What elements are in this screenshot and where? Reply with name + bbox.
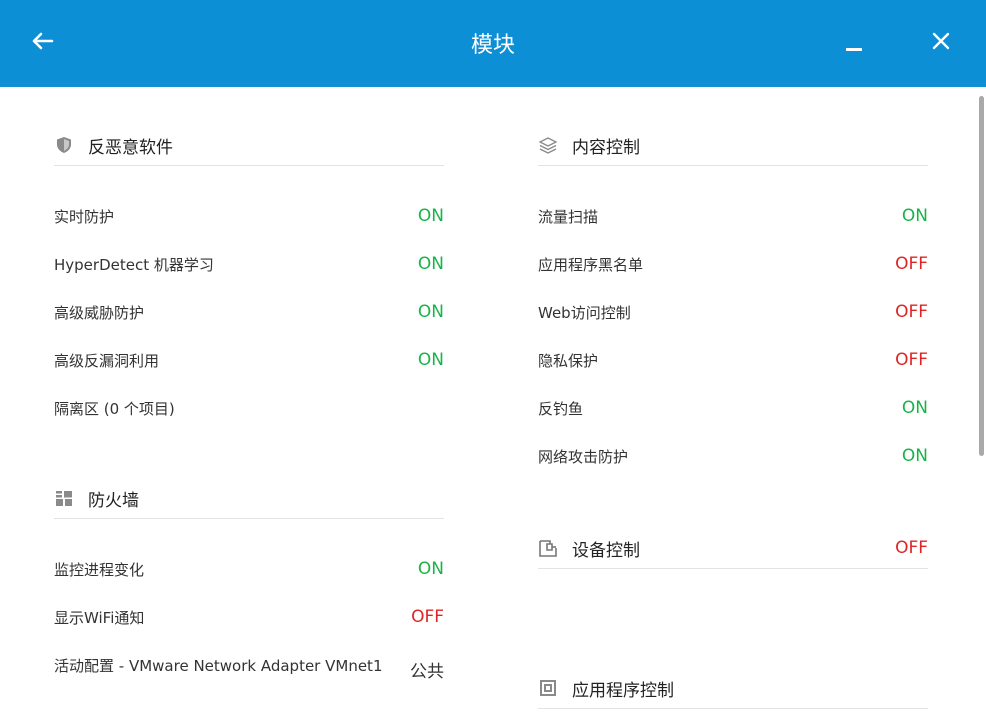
setting-label: 活动配置 - VMware Network Adapter VMnet1 xyxy=(54,657,383,675)
status-badge[interactable]: OFF xyxy=(895,302,928,322)
setting-label: 隐私保护 xyxy=(538,351,599,370)
status-badge[interactable]: OFF xyxy=(411,607,444,627)
firewall-icon xyxy=(54,488,74,508)
profile-value[interactable]: 公共 xyxy=(410,657,444,682)
app-control-title: 应用程序控制 xyxy=(572,680,674,701)
status-badge[interactable]: ON xyxy=(418,302,444,322)
minimize-button[interactable] xyxy=(840,26,870,56)
firewall-section-header: 防火墙 xyxy=(54,478,444,519)
firewall-title: 防火墙 xyxy=(88,490,139,511)
setting-label: 反钓鱼 xyxy=(538,399,584,418)
setting-row-advanced-anti-exploit[interactable]: 高级反漏洞利用 ON xyxy=(54,346,444,374)
setting-label: 监控进程变化 xyxy=(54,560,145,579)
status-badge[interactable]: OFF xyxy=(895,538,928,558)
setting-label: 高级威胁防护 xyxy=(54,303,145,322)
setting-label: 网络攻击防护 xyxy=(538,447,629,466)
status-badge[interactable]: ON xyxy=(418,559,444,579)
shield-icon xyxy=(54,135,74,155)
setting-label: Web访问控制 xyxy=(538,303,631,322)
setting-row-realtime-protection[interactable]: 实时防护 ON xyxy=(54,202,444,230)
status-badge[interactable]: ON xyxy=(902,446,928,466)
setting-label: 显示WiFi通知 xyxy=(54,608,145,627)
device-control-section-header[interactable]: 设备控制 OFF xyxy=(538,528,928,569)
setting-row-network-attack-defense[interactable]: 网络攻击防护 ON xyxy=(538,442,928,470)
vertical-scrollbar[interactable] xyxy=(979,96,984,456)
app-icon xyxy=(538,678,558,698)
setting-label: 流量扫描 xyxy=(538,207,599,226)
status-badge[interactable]: ON xyxy=(418,350,444,370)
status-badge[interactable]: OFF xyxy=(895,254,928,274)
setting-label: 实时防护 xyxy=(54,207,115,226)
close-button[interactable] xyxy=(926,26,956,56)
status-badge[interactable]: ON xyxy=(902,206,928,226)
app-control-section-header[interactable]: 应用程序控制 xyxy=(538,668,928,709)
quarantine-row: 隔离区 (0 个项目) xyxy=(54,394,444,422)
setting-row-traffic-scan[interactable]: 流量扫描 ON xyxy=(538,202,928,230)
window-title: 模块 xyxy=(470,33,515,58)
setting-row-advanced-threat-protection[interactable]: 高级威胁防护 ON xyxy=(54,298,444,326)
setting-row-show-wifi-notification[interactable]: 显示WiFi通知 OFF xyxy=(54,603,444,631)
status-badge[interactable]: ON xyxy=(902,398,928,418)
antimalware-section-header: 反恶意软件 xyxy=(54,125,444,166)
setting-row-monitor-process-changes[interactable]: 监控进程变化 ON xyxy=(54,555,444,583)
setting-row-anti-phishing[interactable]: 反钓鱼 ON xyxy=(538,394,928,422)
layers-icon xyxy=(538,135,558,155)
setting-row-privacy-protection[interactable]: 隐私保护 OFF xyxy=(538,346,928,374)
setting-row-app-blacklist[interactable]: 应用程序黑名单 OFF xyxy=(538,250,928,278)
antimalware-title: 反恶意软件 xyxy=(88,137,173,158)
close-icon xyxy=(932,32,950,50)
content-control-title: 内容控制 xyxy=(572,137,640,158)
setting-row-web-access-control[interactable]: Web访问控制 OFF xyxy=(538,298,928,326)
status-badge[interactable]: ON xyxy=(418,206,444,226)
setting-row-active-profile[interactable]: 活动配置 - VMware Network Adapter VMnet1 公共 xyxy=(54,657,444,701)
setting-row-hyperdetect[interactable]: HyperDetect 机器学习 ON xyxy=(54,250,444,278)
quarantine-link[interactable]: 隔离区 (0 个项目) xyxy=(54,398,175,419)
status-badge[interactable]: OFF xyxy=(895,350,928,370)
content-control-section-header: 内容控制 xyxy=(538,125,928,166)
setting-label: 应用程序黑名单 xyxy=(538,255,644,274)
setting-label: HyperDetect 机器学习 xyxy=(54,255,214,274)
device-icon xyxy=(538,538,558,558)
title-bar: 模块 xyxy=(0,0,986,87)
setting-label: 高级反漏洞利用 xyxy=(54,351,160,370)
device-control-title: 设备控制 xyxy=(572,540,640,561)
minimize-icon xyxy=(846,48,862,51)
status-badge[interactable]: ON xyxy=(418,254,444,274)
